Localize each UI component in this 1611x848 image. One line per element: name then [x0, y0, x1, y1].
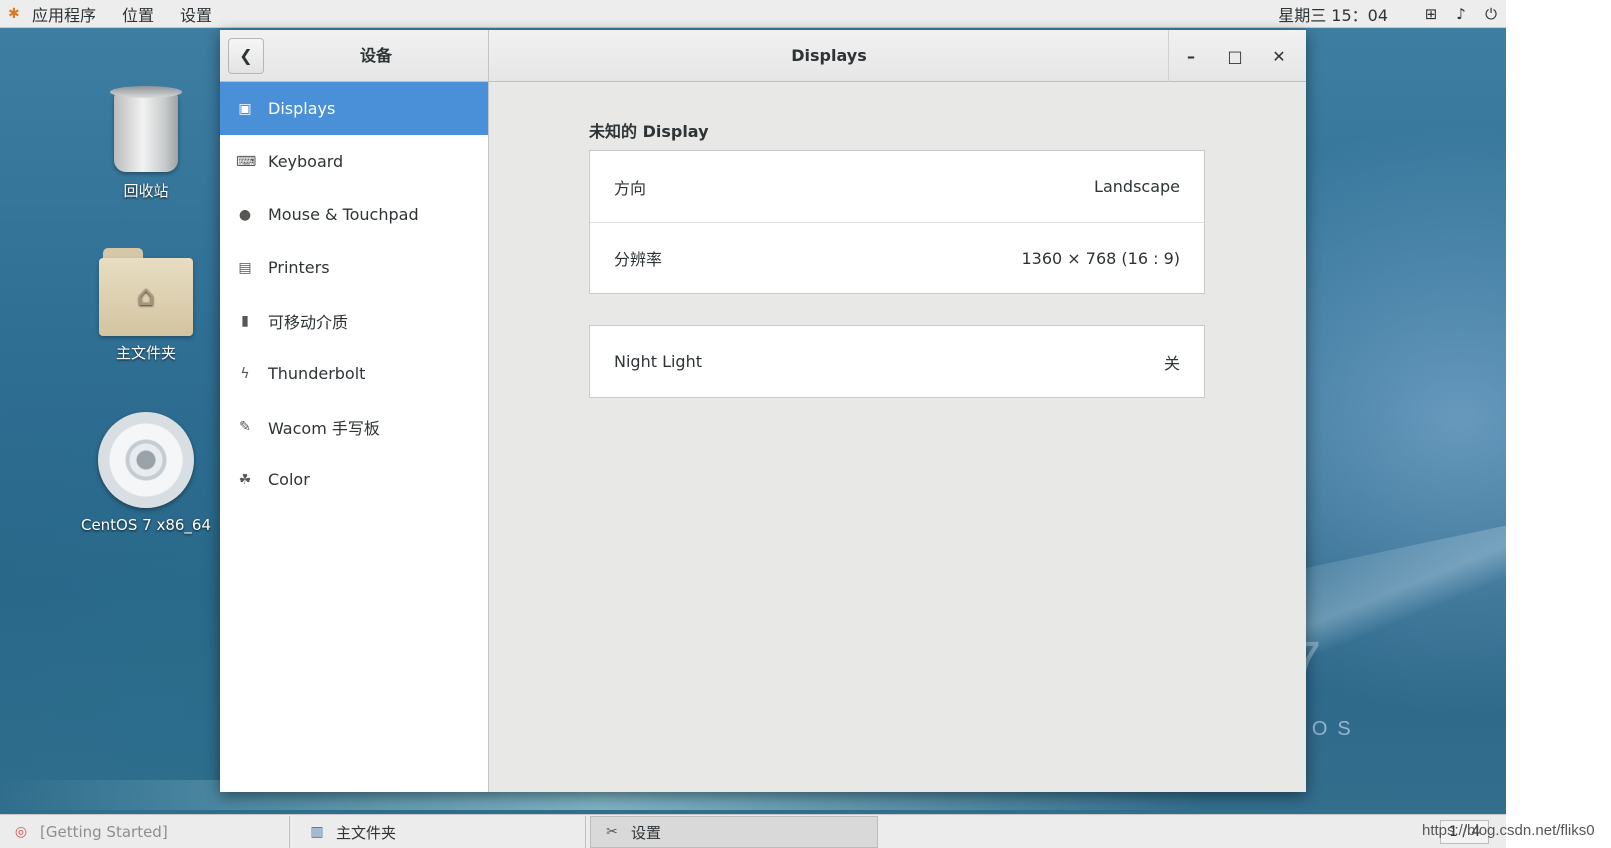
- orientation-value: Landscape: [1094, 177, 1180, 196]
- desktop-icon-label: CentOS 7 x86_64: [80, 516, 212, 534]
- sidebar-item-label: Displays: [268, 99, 336, 118]
- desktop-icon-disc[interactable]: CentOS 7 x86_64: [76, 412, 216, 534]
- task-label: 主文件夹: [336, 823, 397, 842]
- sidebar-item-removable-media[interactable]: ▮ 可移动介质: [220, 294, 488, 347]
- sidebar-item-label: Color: [268, 470, 310, 489]
- settings-window: ❮ 设备 Displays – □ ✕ ▣ Displays ⌨ Keyboar…: [220, 30, 1306, 792]
- sidebar-item-printers[interactable]: ▤ Printers: [220, 241, 488, 294]
- resolution-label: 分辨率: [614, 250, 663, 269]
- task-settings[interactable]: ✂ 设置: [590, 816, 878, 848]
- applications-icon[interactable]: ✱: [8, 5, 26, 23]
- maximize-button[interactable]: □: [1213, 47, 1257, 66]
- mouse-icon: ●: [238, 206, 252, 223]
- file-manager-icon: ▥: [310, 824, 324, 840]
- chevron-left-icon: ❮: [239, 46, 253, 65]
- top-panel: ✱ 应用程序 位置 设置 星期三 15：04 ⊞ ♪ ⏻: [0, 0, 1506, 28]
- home-folder-icon: ⌂: [99, 248, 193, 336]
- system-tray: 星期三 15：04 ⊞ ♪ ⏻: [1278, 0, 1506, 28]
- displays-content: 未知的 Display 方向 Landscape 分辨率 1360 × 768 …: [489, 82, 1306, 792]
- printer-icon: ▤: [238, 259, 252, 276]
- color-icon: ☘: [238, 471, 252, 488]
- sidebar-item-label: Thunderbolt: [268, 364, 366, 383]
- header-bar: ❮ 设备 Displays – □ ✕: [220, 30, 1306, 82]
- desktop-icon-label: 回收站: [123, 182, 169, 200]
- resolution-value: 1360 × 768 (16 : 9): [1021, 248, 1180, 268]
- clock[interactable]: 星期三 15：04: [1278, 2, 1388, 26]
- optical-disc-icon: [98, 412, 194, 508]
- desktop-icon-trash[interactable]: 回收站: [76, 86, 216, 201]
- sidebar-item-label: Printers: [268, 258, 330, 277]
- orientation-row[interactable]: 方向 Landscape: [590, 151, 1204, 222]
- sidebar-item-label: Mouse & Touchpad: [268, 205, 419, 224]
- display-settings-panel: 方向 Landscape 分辨率 1360 × 768 (16 : 9): [589, 150, 1205, 294]
- task-label: 设置: [631, 823, 662, 842]
- keyboard-icon: ⌨: [236, 153, 257, 170]
- sidebar-item-displays[interactable]: ▣ Displays: [220, 82, 488, 135]
- back-button[interactable]: ❮: [228, 38, 264, 74]
- settings-menu[interactable]: 设置: [180, 2, 212, 26]
- sidebar-item-wacom[interactable]: ✎ Wacom 手写板: [220, 400, 488, 453]
- tablet-icon: ✎: [239, 418, 251, 435]
- sidebar-item-label: Wacom 手写板: [268, 418, 380, 438]
- night-light-value: 关: [1163, 353, 1180, 373]
- task-label: [Getting Started]: [40, 823, 168, 841]
- task-home-folder[interactable]: ▥ 主文件夹: [296, 816, 586, 848]
- sidebar-item-label: Keyboard: [268, 152, 344, 171]
- applications-menu[interactable]: 应用程序: [32, 2, 96, 26]
- sidebar-item-label: 可移动介质: [268, 312, 349, 332]
- devices-sidebar: ▣ Displays ⌨ Keyboard ● Mouse & Touchpad…: [220, 82, 489, 792]
- night-light-label: Night Light: [614, 352, 702, 371]
- thunderbolt-icon: ϟ: [240, 365, 250, 382]
- sidebar-item-color[interactable]: ☘ Color: [220, 453, 488, 506]
- sidebar-item-thunderbolt[interactable]: ϟ Thunderbolt: [220, 347, 488, 400]
- settings-tools-icon: ✂: [606, 824, 618, 840]
- close-button[interactable]: ✕: [1257, 47, 1301, 66]
- network-icon[interactable]: ⊞: [1416, 5, 1446, 23]
- desktop-icon-label: 主文件夹: [115, 344, 176, 362]
- help-lifebuoy-icon: ◎: [14, 824, 28, 840]
- desktop-icon-home[interactable]: ⌂ 主文件夹: [76, 248, 216, 363]
- sidebar-item-mouse-touchpad[interactable]: ● Mouse & Touchpad: [220, 188, 488, 241]
- window-controls: – □ ✕: [1168, 30, 1306, 82]
- maximize-icon: □: [1227, 46, 1243, 66]
- task-getting-started[interactable]: ◎ [Getting Started]: [0, 816, 290, 848]
- orientation-label: 方向: [614, 178, 647, 198]
- bottom-taskbar: ◎ [Getting Started] ▥ 主文件夹 ✂ 设置 1 / 4: [0, 814, 1506, 848]
- resolution-row[interactable]: 分辨率 1360 × 768 (16 : 9): [590, 222, 1204, 293]
- trash-icon: [110, 86, 182, 172]
- sidebar-item-keyboard[interactable]: ⌨ Keyboard: [220, 135, 488, 188]
- desktop: 7 TOS ✱ 应用程序 位置 设置 星期三 15：04 ⊞ ♪ ⏻ 回收站 ⌂…: [0, 0, 1506, 848]
- minimize-icon: –: [1187, 46, 1195, 66]
- watermark-text: https://blog.csdn.net/fliks0: [1422, 822, 1595, 839]
- places-menu[interactable]: 位置: [122, 2, 154, 26]
- power-icon[interactable]: ⏻: [1476, 5, 1506, 23]
- volume-icon[interactable]: ♪: [1446, 5, 1476, 23]
- night-light-row[interactable]: Night Light 关: [590, 326, 1204, 397]
- night-light-panel: Night Light 关: [589, 325, 1205, 398]
- display-icon: ▣: [238, 100, 252, 117]
- usb-drive-icon: ▮: [241, 312, 249, 329]
- header-sidebar-section: ❮ 设备: [220, 30, 489, 82]
- minimize-button[interactable]: –: [1169, 47, 1213, 66]
- window-title: Displays: [791, 46, 867, 65]
- display-section-title: 未知的 Display: [589, 122, 709, 141]
- close-icon: ✕: [1272, 46, 1286, 66]
- sidebar-title: 设备: [359, 46, 392, 65]
